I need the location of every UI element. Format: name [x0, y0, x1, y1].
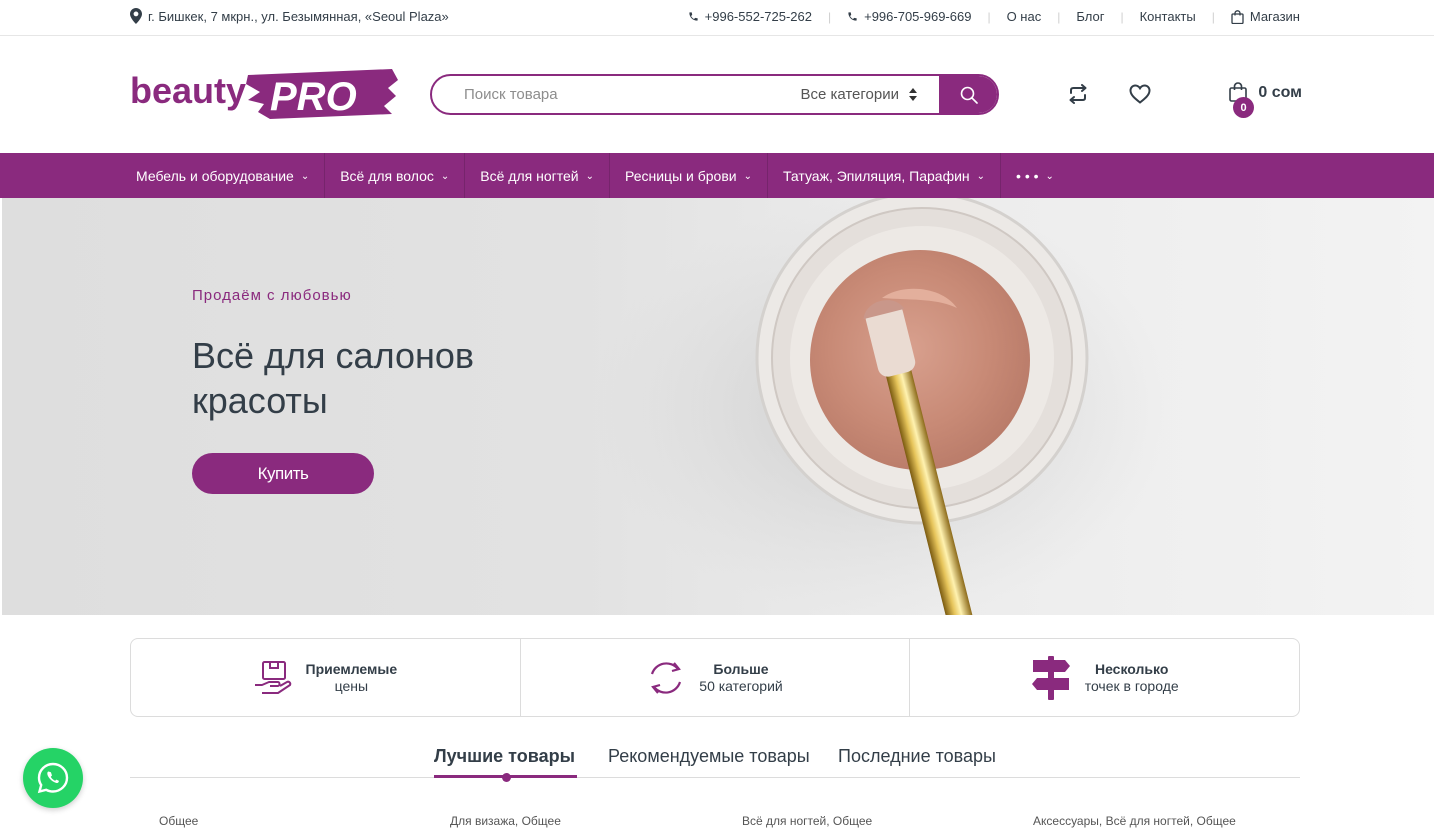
nav-item-label: • • • [1016, 167, 1039, 184]
heart-icon [1129, 84, 1151, 104]
nav-item-lashes-brows[interactable]: Ресницы и брови ⌄ [610, 153, 768, 198]
wishlist-button[interactable] [1127, 82, 1153, 106]
phone-link-2[interactable]: +996-705-969-669 [847, 9, 971, 24]
feature-categories: Больше 50 категорий [521, 639, 911, 716]
divider: | [1120, 9, 1124, 24]
product-category[interactable]: Общее [159, 814, 198, 828]
active-tab-dot [502, 773, 511, 782]
search-icon [960, 86, 978, 104]
nav-item-label: Татуаж, Эпиляция, Парафин [782, 167, 970, 184]
category-select[interactable]: Все категории [789, 86, 939, 103]
nav-item-hair[interactable]: Всё для волос ⌄ [325, 153, 466, 198]
compare-arrows-icon [1069, 84, 1087, 104]
nav-item-label: Всё для ногтей [480, 167, 579, 184]
contacts-link[interactable]: Контакты [1140, 9, 1196, 24]
whatsapp-icon [37, 762, 69, 794]
hero-tagline: Продаём с любовью [192, 287, 352, 304]
feature-title: Больше [713, 660, 769, 677]
tab-latest[interactable]: Последние товары [838, 746, 996, 767]
divider: | [827, 9, 832, 24]
blog-link[interactable]: Блог [1076, 9, 1104, 24]
logo-text-left: beauty [130, 70, 246, 111]
nav-item-label: Ресницы и брови [625, 167, 737, 184]
buy-button[interactable]: Купить [192, 453, 374, 494]
nav-item-nails[interactable]: Всё для ногтей ⌄ [465, 153, 610, 198]
phone-1-text: +996-552-725-262 [704, 9, 812, 24]
cart-total: 0 сом [1258, 84, 1302, 101]
feature-title: Приемлемые [305, 660, 398, 677]
hand-box-icon [254, 660, 291, 694]
search-button[interactable] [939, 76, 997, 113]
logo-text-right: PRO [270, 75, 357, 119]
product-category[interactable]: Аксессуары, Всё для ногтей, Общее [1033, 814, 1236, 828]
nav-item-furniture[interactable]: Мебель и оборудование ⌄ [121, 153, 326, 198]
main-nav: Мебель и оборудование ⌄ Всё для волос ⌄ Вс… [0, 153, 1434, 198]
tab-best[interactable]: Лучшие товары [434, 746, 575, 767]
site-logo[interactable]: beauty PRO [130, 66, 398, 122]
nav-item-more[interactable]: • • • ⌄ [1001, 153, 1069, 198]
shop-link[interactable]: Магазин [1231, 9, 1300, 24]
product-category[interactable]: Всё для ногтей, Общее [742, 814, 872, 828]
feature-subtitle: точек в городе [1084, 677, 1179, 694]
compare-button[interactable] [1066, 82, 1090, 106]
features-bar: Приемлемые цены Больше 50 категорий Нескол… [130, 638, 1300, 717]
shop-text: Магазин [1249, 9, 1300, 24]
chevron-down-icon: ⌄ [440, 170, 450, 182]
hero-title: Всё для салонов красоты [192, 335, 475, 421]
phone-2-text: +996-705-969-669 [864, 9, 972, 24]
signpost-icon [1031, 655, 1070, 700]
chevron-down-icon: ⌄ [976, 170, 986, 182]
about-link[interactable]: О нас [1007, 9, 1042, 24]
search-input[interactable] [432, 76, 789, 113]
cart-count-badge: 0 [1233, 97, 1254, 118]
product-category[interactable]: Для визажа, Общее [450, 814, 561, 828]
hero-banner: Продаём с любовью Всё для салонов красот… [2, 198, 1434, 615]
feature-locations: Несколько точек в городе [910, 639, 1299, 716]
chevron-down-icon: ⌄ [585, 170, 594, 182]
sort-arrows-icon [909, 88, 917, 101]
nav-item-label: Всё для волос [340, 167, 434, 184]
feature-title: Несколько [1094, 660, 1169, 677]
map-pin-icon [130, 8, 142, 24]
chevron-down-icon: ⌄ [300, 170, 310, 182]
divider: | [987, 9, 991, 24]
divider: | [1057, 9, 1061, 24]
refresh-circle-icon [651, 661, 682, 694]
phone-icon [848, 12, 857, 21]
cart-button[interactable]: 0 0 сом [1227, 80, 1302, 120]
feature-subtitle: цены [334, 677, 369, 694]
address: г. Бишкек, 7 мкрн., ул. Безымянная, «Seo… [130, 8, 449, 24]
shopping-bag-icon [1231, 9, 1244, 24]
chevron-down-icon: ⌄ [1045, 170, 1054, 182]
divider: | [1211, 9, 1215, 24]
nav-item-tattoo-epilation[interactable]: Татуаж, Эпиляция, Парафин ⌄ [768, 153, 1002, 198]
nav-item-label: Мебель и оборудование [136, 167, 294, 184]
category-select-value: Все категории [800, 86, 899, 103]
product-tabs: Лучшие товары Рекомендуемые товары После… [130, 742, 1300, 782]
chevron-down-icon: ⌄ [743, 170, 752, 182]
top-bar: г. Бишкек, 7 мкрн., ул. Безымянная, «Seo… [0, 0, 1434, 36]
feature-subtitle: 50 категорий [699, 677, 783, 694]
phone-icon [689, 12, 698, 21]
address-text: г. Бишкек, 7 мкрн., ул. Безымянная, «Seo… [148, 8, 449, 24]
whatsapp-button[interactable] [23, 748, 83, 808]
phone-link-1[interactable]: +996-552-725-262 [688, 9, 812, 24]
feature-prices: Приемлемые цены [131, 639, 521, 716]
tab-recommended[interactable]: Рекомендуемые товары [608, 746, 810, 767]
search-bar: Все категории [430, 74, 999, 115]
